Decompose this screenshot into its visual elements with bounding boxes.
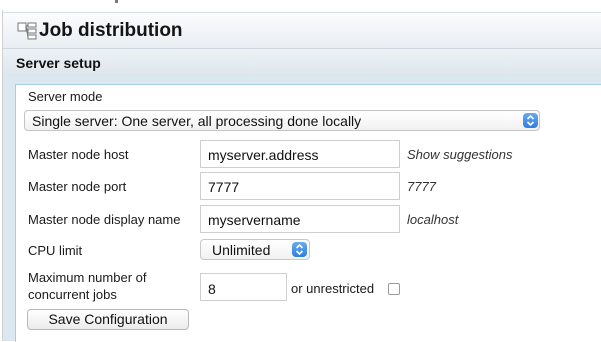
unrestricted-checkbox[interactable] [388, 283, 400, 295]
max-concurrent-jobs-value: 8 [208, 281, 216, 297]
max-concurrent-jobs-label-line2: concurrent jobs [28, 287, 117, 302]
job-distribution-icon [17, 22, 37, 40]
page-title: Job distribution [39, 20, 183, 41]
top-edge-mark [115, 0, 118, 3]
cpu-limit-selected-value: Unlimited [212, 242, 271, 258]
section-title: Server setup [16, 55, 101, 71]
title-bar: Job distribution [3, 12, 601, 48]
master-node-display-name-input[interactable]: myservername [200, 205, 400, 233]
master-node-port-input[interactable]: 7777 [200, 172, 400, 200]
show-suggestions-link[interactable]: Show suggestions [407, 147, 513, 162]
master-node-port-value: 7777 [208, 179, 240, 195]
select-stepper-icon [523, 113, 538, 128]
master-node-port-hint: 7777 [407, 179, 436, 194]
panel-frame-left [3, 84, 15, 341]
unrestricted-label: or unrestricted [291, 281, 375, 296]
master-node-display-name-value: myservername [208, 212, 301, 228]
master-node-host-label: Master node host [28, 147, 129, 162]
cpu-limit-stepper-icon [292, 242, 307, 257]
cpu-limit-label: CPU limit [28, 243, 83, 258]
server-mode-select[interactable]: Single server: One server, all processin… [24, 110, 540, 131]
server-mode-label: Server mode [28, 89, 103, 104]
master-node-host-input[interactable]: myserver.address [200, 140, 400, 168]
server-mode-selected-value: Single server: One server, all processin… [32, 113, 362, 129]
master-node-display-name-hint: localhost [407, 212, 459, 227]
cpu-limit-select[interactable]: Unlimited [200, 239, 310, 260]
section-header-server-setup: Server setup [3, 48, 601, 78]
max-concurrent-jobs-label-line1: Maximum number of [28, 270, 147, 285]
max-concurrent-jobs-input[interactable]: 8 [200, 273, 287, 301]
panel-frame-top [3, 76, 601, 84]
save-configuration-button[interactable]: Save Configuration [27, 309, 189, 330]
master-node-port-label: Master node port [28, 179, 127, 194]
master-node-host-value: myserver.address [208, 147, 319, 163]
master-node-display-name-label: Master node display name [28, 212, 181, 227]
